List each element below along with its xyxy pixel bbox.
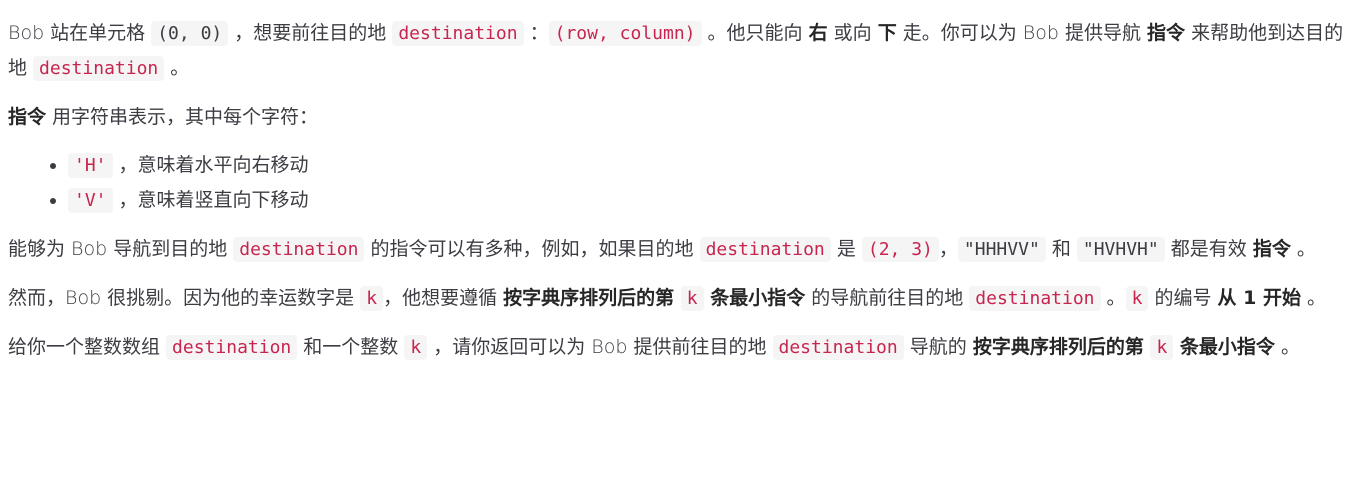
inline-code: destination	[166, 335, 298, 360]
inline-code: (0, 0)	[151, 21, 229, 46]
instruction-list: 'H' ，意味着水平向右移动 'V' ，意味着竖直向下移动	[8, 148, 1360, 218]
paragraph-lucky-number: 然而，Bob 很挑剔。因为他的幸运数字是 k ，他想要遵循 按字典序排列后的第 k…	[8, 281, 1360, 316]
text: ，想要前往目的地	[228, 22, 393, 44]
text: 和	[1045, 238, 1077, 260]
bold-text: 指令	[1147, 22, 1186, 44]
text: 。	[1300, 287, 1326, 309]
text: 或向	[827, 22, 878, 44]
inline-code: 'H'	[68, 153, 113, 178]
inline-code: (row, column)	[548, 21, 702, 46]
paragraph-intro: Bob 站在单元格 (0, 0) ，想要前往目的地 destination ：(…	[8, 16, 1360, 86]
problem-description: Bob 站在单元格 (0, 0) ，想要前往目的地 destination ：(…	[0, 0, 1368, 365]
bold-text: 按字典序排列后的第	[503, 287, 681, 309]
inline-code: k	[1125, 286, 1149, 311]
inline-code: "HHHVV"	[957, 237, 1046, 262]
paragraph-task: 给你一个整数数组 destination 和一个整数 k ，请你返回可以为 Bo…	[8, 330, 1360, 365]
text: 。	[1274, 336, 1300, 358]
inline-code: destination	[772, 335, 904, 360]
bold-text: 指令	[8, 106, 47, 128]
text: ，	[938, 238, 958, 260]
text: 的指令可以有多种，例如，如果目的地	[364, 238, 700, 260]
bold-text: 右	[808, 22, 828, 44]
list-item: 'H' ，意味着水平向右移动	[68, 148, 1360, 183]
bold-text: 下	[877, 22, 897, 44]
inline-code: k	[360, 286, 384, 311]
text: 走。你可以为 Bob 提供导航	[896, 22, 1148, 44]
bold-text: 条最小指令	[703, 287, 806, 309]
inline-code: k	[1150, 335, 1174, 360]
inline-code: destination	[33, 56, 165, 81]
inline-code: destination	[969, 286, 1101, 311]
text: 。	[1290, 238, 1316, 260]
inline-code: (2, 3)	[861, 237, 939, 262]
text: 导航的	[903, 336, 973, 358]
inline-code: destination	[699, 237, 831, 262]
text: ，他想要遵循	[383, 287, 504, 309]
text: 用字符串表示，其中每个字符：	[46, 106, 319, 128]
text: Bob 站在单元格	[8, 22, 152, 44]
text: 能够为 Bob 导航到目的地	[8, 238, 234, 260]
text: 。	[164, 57, 190, 79]
bold-text: 指令	[1252, 238, 1291, 260]
bold-text: 从 1 开始	[1217, 287, 1301, 309]
inline-code: k	[404, 335, 428, 360]
text: ：	[523, 22, 549, 44]
text: ，意味着水平向右移动	[112, 154, 309, 176]
bold-text: 条最小指令	[1173, 336, 1275, 358]
inline-code: "HVHVH"	[1076, 237, 1165, 262]
inline-code: k	[680, 286, 704, 311]
paragraph-instruction-def: 指令 用字符串表示，其中每个字符：	[8, 100, 1360, 134]
text: ，请你返回可以为 Bob 提供前往目的地	[427, 336, 773, 358]
paragraph-example: 能够为 Bob 导航到目的地 destination 的指令可以有多种，例如，如…	[8, 232, 1360, 267]
bold-text: 按字典序排列后的第	[972, 336, 1151, 358]
text: 都是有效	[1164, 238, 1253, 260]
text: 的编号	[1148, 287, 1218, 309]
text: ，意味着竖直向下移动	[112, 189, 309, 211]
inline-code: destination	[392, 21, 524, 46]
list-item: 'V' ，意味着竖直向下移动	[68, 183, 1360, 218]
text: 然而，Bob 很挑剔。因为他的幸运数字是	[8, 287, 361, 309]
text: 和一个整数	[297, 336, 405, 358]
text: 。他只能向	[701, 22, 809, 44]
inline-code: 'V'	[68, 188, 113, 213]
text: 是	[830, 238, 862, 260]
inline-code: destination	[233, 237, 365, 262]
text: 的导航前往目的地	[805, 287, 970, 309]
text: 。	[1100, 287, 1126, 309]
text: 给你一个整数数组	[8, 336, 167, 358]
